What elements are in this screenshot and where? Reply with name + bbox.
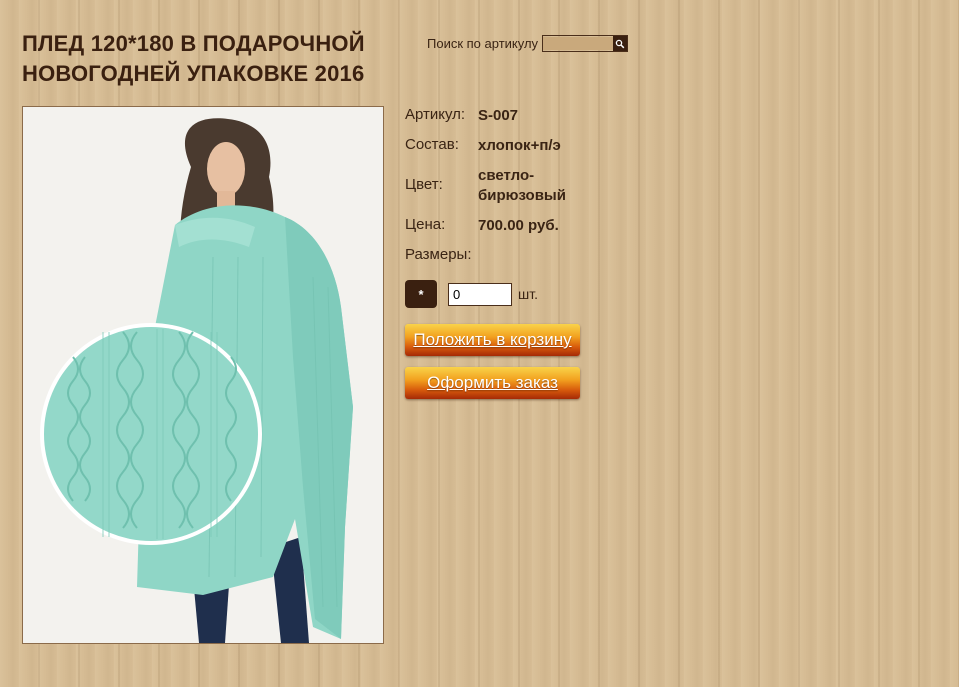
search-input[interactable]: [543, 37, 614, 50]
price-value: 700.00 руб.: [478, 217, 559, 234]
search-label: Поиск по артикулу: [427, 36, 539, 51]
product-title: ПЛЕД 120*180 В ПОДАРОЧНОЙ НОВОГОДНЕЙ УПА…: [22, 31, 365, 86]
search-box: [542, 35, 629, 52]
composition-label: Состав:: [405, 136, 459, 153]
article-search: Поиск по артикулу: [427, 35, 629, 52]
search-button[interactable]: [613, 36, 628, 51]
composition-value: хлопок+п/э: [478, 137, 561, 154]
price-label: Цена:: [405, 216, 446, 233]
sizes-label: Размеры:: [405, 246, 472, 263]
product-image[interactable]: [22, 106, 384, 644]
size-option-button[interactable]: *: [405, 280, 437, 308]
order-controls: * шт.: [405, 280, 538, 308]
color-value: светло-бирюзовый: [478, 167, 566, 204]
search-icon: [615, 39, 625, 48]
color-row: Цвет: светло-бирюзовый: [405, 166, 568, 206]
product-photo: [23, 107, 383, 643]
composition-row: Состав: хлопок+п/э: [405, 136, 588, 156]
quantity-unit: шт.: [518, 286, 538, 302]
quantity-input[interactable]: [448, 282, 512, 306]
sizes-row: Размеры:: [405, 246, 478, 263]
color-label: Цвет:: [405, 176, 443, 193]
article-value: S-007: [478, 107, 519, 124]
add-to-cart-button[interactable]: Положить в корзину: [405, 324, 580, 356]
checkout-button[interactable]: Оформить заказ: [405, 367, 580, 399]
article-row: Артикул: S-007: [405, 106, 588, 126]
article-label: Артикул:: [405, 106, 466, 123]
price-row: Цена: 700.00 руб.: [405, 216, 588, 236]
